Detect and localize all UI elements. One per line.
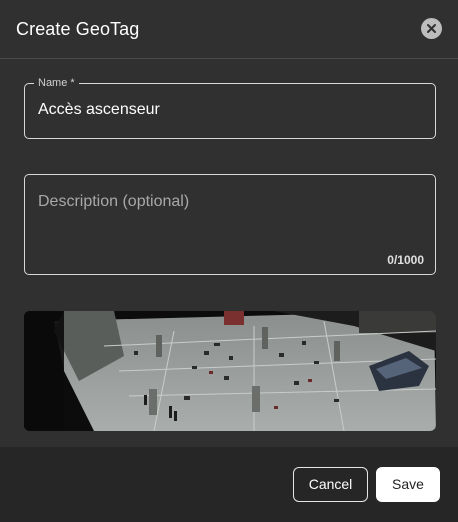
- dialog-header: Create GeoTag: [0, 0, 458, 58]
- create-geotag-dialog: Create GeoTag Name * Accès ascenseur Des…: [0, 0, 458, 522]
- location-preview-image: [24, 311, 436, 431]
- save-button[interactable]: Save: [376, 467, 440, 502]
- dialog-title: Create GeoTag: [16, 19, 140, 39]
- header-divider: [0, 58, 458, 59]
- close-icon: [427, 24, 436, 33]
- description-input[interactable]: Description (optional): [38, 193, 189, 211]
- name-field[interactable]: Name * Accès ascenseur: [24, 76, 436, 139]
- character-counter: 0/1000: [387, 253, 424, 267]
- cancel-button[interactable]: Cancel: [293, 467, 368, 502]
- description-field[interactable]: Description (optional) 0/1000: [24, 174, 436, 275]
- dialog-footer: Cancel Save: [0, 447, 458, 522]
- close-button[interactable]: [421, 18, 442, 39]
- name-field-label: Name *: [34, 76, 79, 90]
- name-input[interactable]: Accès ascenseur: [38, 101, 160, 119]
